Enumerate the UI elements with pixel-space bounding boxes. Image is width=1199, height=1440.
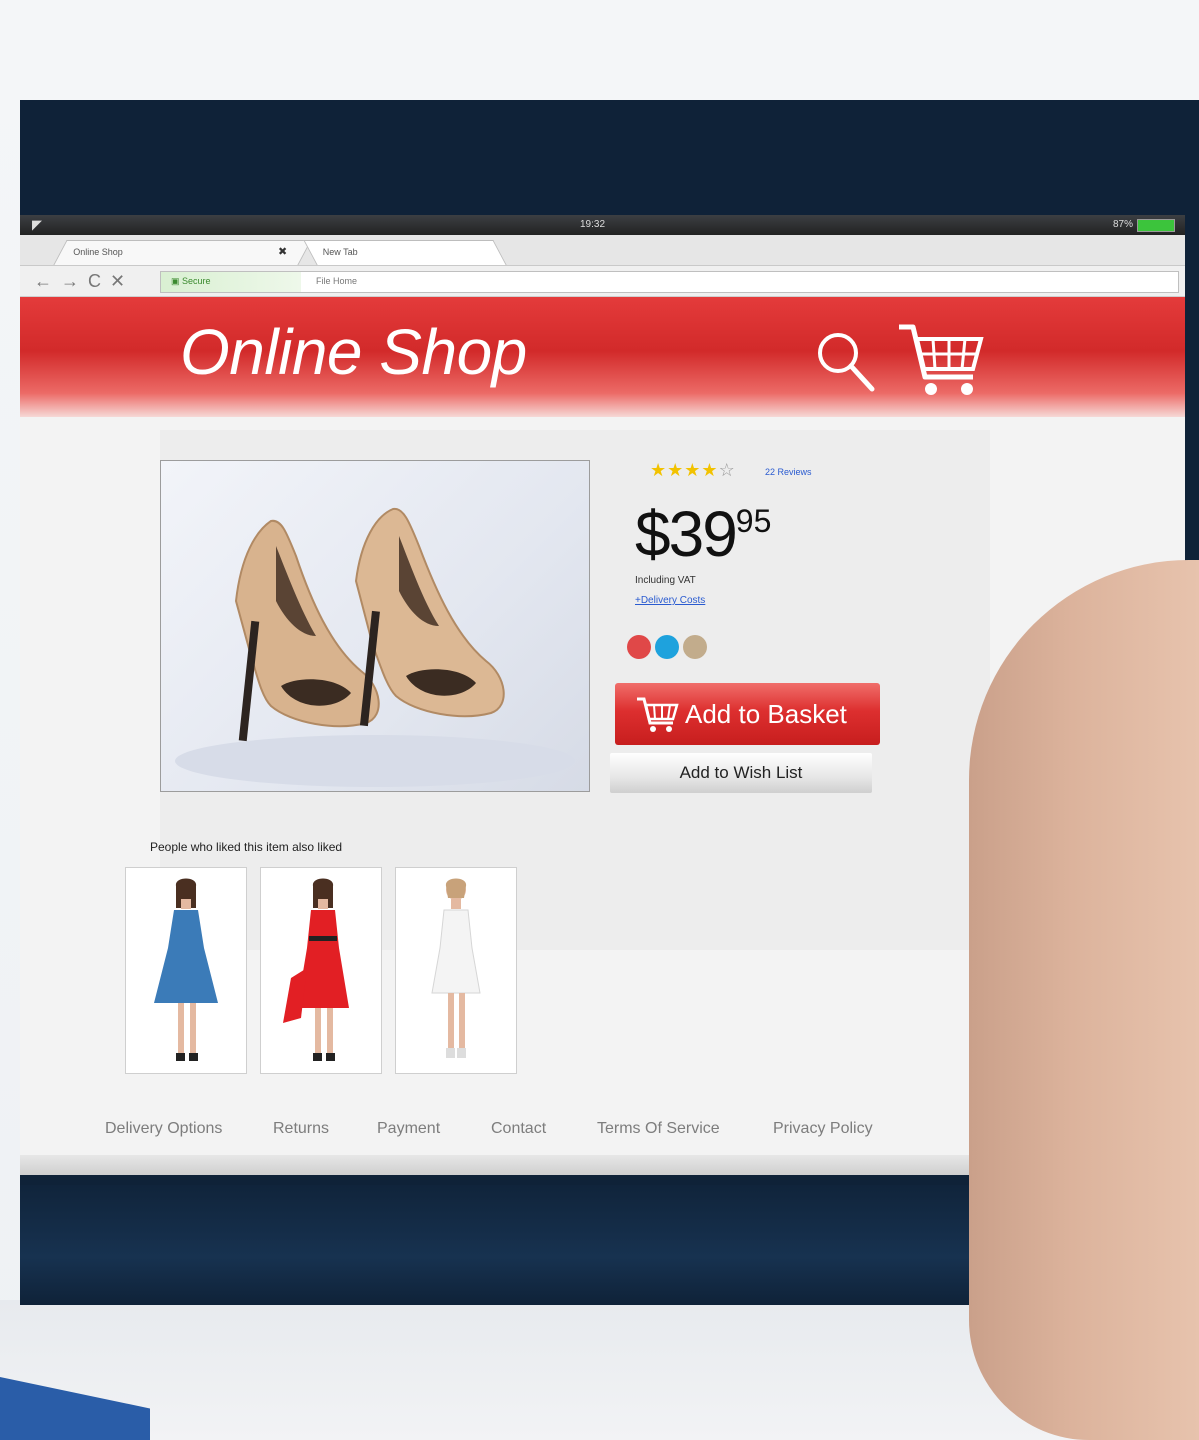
model-image	[283, 878, 349, 1061]
footer-link-delivery-options[interactable]: Delivery Options	[105, 1120, 222, 1138]
tab-online-shop[interactable]: Online Shop	[53, 240, 312, 265]
add-to-basket-label: Add to Basket	[685, 699, 847, 729]
star-icon: ★	[701, 460, 719, 480]
search-icon[interactable]	[810, 325, 880, 395]
shop-header: Online Shop	[20, 297, 1185, 417]
hand	[969, 560, 1199, 1440]
footer-link-contact[interactable]: Contact	[491, 1120, 546, 1138]
color-swatch-blue[interactable]	[655, 635, 679, 659]
cart-icon	[637, 697, 679, 732]
status-bar: ◤ 19:32 87%	[20, 215, 1185, 235]
related-item-white-dress[interactable]	[395, 867, 517, 1074]
color-swatch-red[interactable]	[627, 635, 651, 659]
status-time: 19:32	[580, 219, 606, 230]
star-icon: ★	[667, 460, 685, 480]
star-icon: ★	[650, 460, 668, 480]
tab-new-tab[interactable]: New Tab	[303, 240, 507, 265]
price-cents: 95	[735, 503, 772, 539]
related-item-blue-dress[interactable]	[125, 867, 247, 1074]
add-to-basket-button[interactable]: Add to Basket	[615, 683, 880, 745]
model-image	[154, 878, 218, 1061]
add-to-wish-list-button[interactable]: Add to Wish List	[610, 753, 872, 793]
footer-link-returns[interactable]: Returns	[273, 1120, 329, 1138]
model-image	[431, 878, 481, 1058]
footer-link-payment[interactable]: Payment	[377, 1120, 440, 1138]
rating-stars[interactable]: ★★★★☆	[650, 460, 736, 481]
url-text: File Home	[316, 276, 358, 286]
also-liked-title: People who liked this item also liked	[150, 840, 343, 854]
vat-note: Including VAT	[635, 575, 696, 586]
close-tab-icon[interactable]: ✖	[278, 245, 287, 258]
dress-shape	[431, 909, 481, 994]
product-image[interactable]	[160, 460, 590, 792]
high-heels-image	[175, 507, 575, 787]
related-item-red-dress[interactable]	[260, 867, 382, 1074]
shop-title[interactable]: Online Shop	[180, 315, 527, 389]
browser-tab-bar: Online Shop ✖ New Tab	[20, 235, 1185, 266]
dress-shape	[297, 910, 349, 1008]
browser-nav-bar: ← → C ✕ ▣ Secure File Home	[20, 266, 1185, 297]
star-icon: ★	[684, 460, 702, 480]
url-bar[interactable]: ▣ Secure File Home	[160, 271, 1179, 293]
tablet-bezel-reflection	[20, 1185, 1020, 1305]
cart-icon[interactable]	[895, 319, 985, 399]
secure-indicator: ▣ Secure	[161, 272, 301, 292]
price: $3995	[635, 498, 772, 570]
wifi-icon: ◤	[32, 217, 42, 232]
battery-icon	[1137, 219, 1175, 232]
battery-percent: 87%	[1112, 219, 1133, 230]
lock-icon: ▣	[171, 276, 183, 286]
dress-shape	[154, 910, 218, 1003]
color-swatches	[627, 635, 711, 664]
reviews-link[interactable]: 22 Reviews	[765, 467, 812, 477]
footer-link-terms[interactable]: Terms Of Service	[597, 1120, 720, 1138]
nav-buttons[interactable]: ← → C ✕	[34, 271, 127, 292]
star-empty-icon: ☆	[718, 460, 736, 480]
color-swatch-beige[interactable]	[683, 635, 707, 659]
footer-link-privacy[interactable]: Privacy Policy	[773, 1120, 873, 1138]
delivery-costs-link[interactable]: +Delivery Costs	[635, 595, 705, 606]
